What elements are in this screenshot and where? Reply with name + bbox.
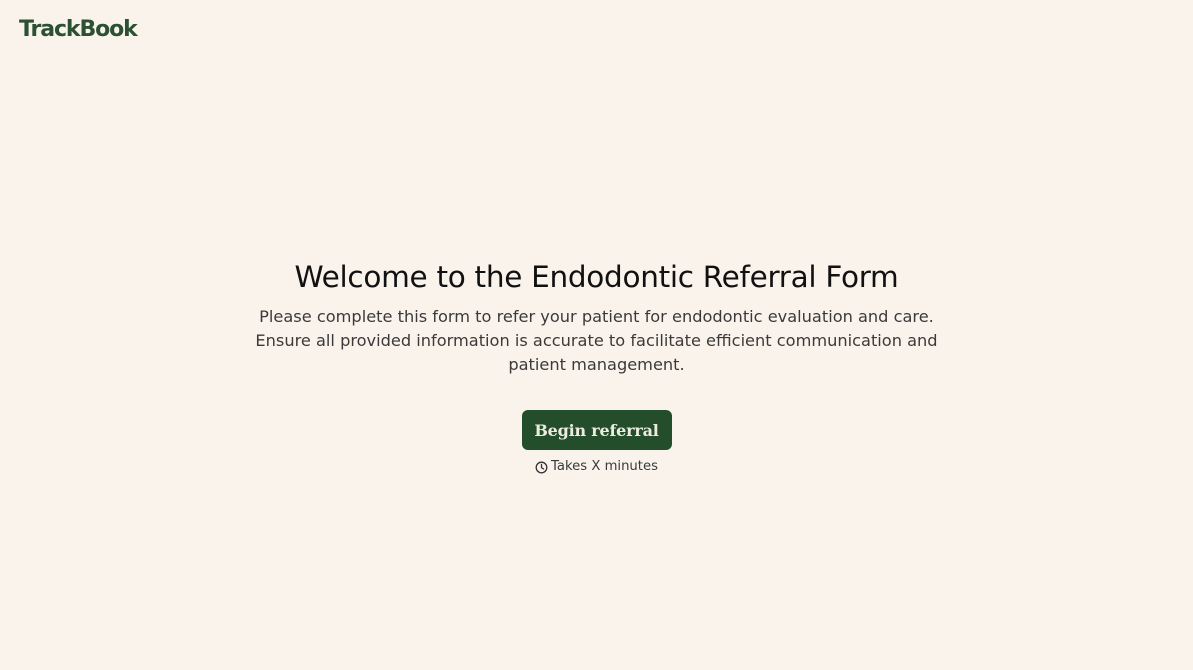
- page-title: Welcome to the Endodontic Referral Form: [294, 260, 899, 294]
- begin-referral-button[interactable]: Begin referral: [521, 410, 672, 450]
- duration-hint: Takes X minutes: [535, 458, 658, 476]
- duration-text: Takes X minutes: [551, 459, 658, 474]
- trackbook-logo[interactable]: TrackBook: [19, 15, 138, 45]
- welcome-section: Welcome to the Endodontic Referral Form …: [0, 256, 1193, 476]
- clock-icon: [535, 461, 548, 474]
- page-description: Please complete this form to refer your …: [255, 307, 938, 374]
